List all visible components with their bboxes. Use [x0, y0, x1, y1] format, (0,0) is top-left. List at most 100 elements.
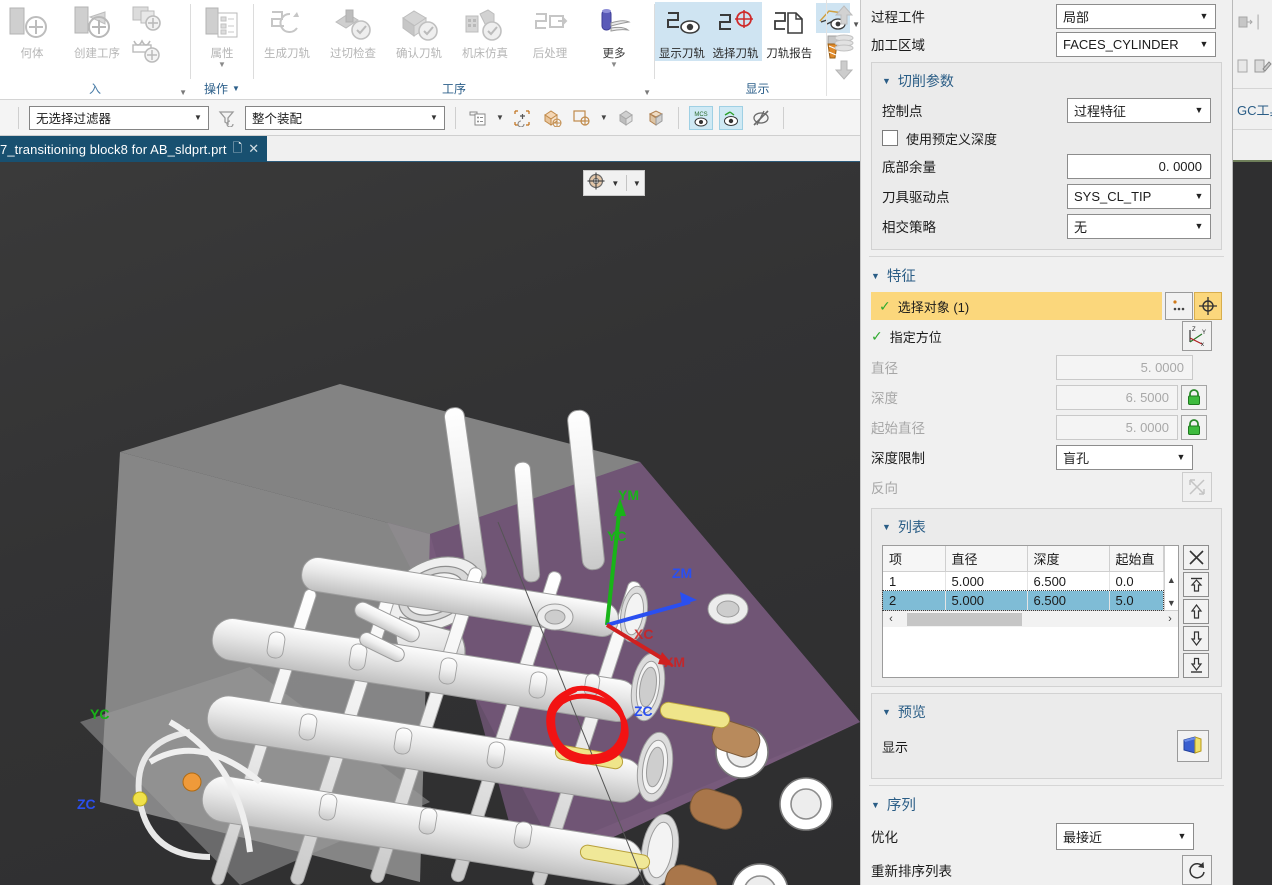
gouge-check-button[interactable]: 过切检查	[320, 2, 386, 61]
tool-drive-point-combo[interactable]: SYS_CL_TIP ▼	[1067, 183, 1211, 209]
col-item[interactable]: 项	[883, 546, 946, 572]
scroll-up-arrow-icon[interactable]: ▲	[1165, 572, 1178, 587]
selection-detail-icon[interactable]	[466, 106, 490, 130]
create-program-button[interactable]	[130, 4, 164, 34]
wcs-display-icon[interactable]	[718, 105, 743, 130]
reverse-direction-button[interactable]	[1182, 472, 1212, 502]
snap-point-icon[interactable]	[510, 106, 534, 130]
more-button[interactable]: 更多 ▼	[582, 2, 646, 69]
scroll-right-arrow-icon[interactable]: ›	[1162, 613, 1178, 625]
col-depth[interactable]: 深度	[1027, 546, 1110, 572]
preview-collapse-triangle-icon[interactable]: ▼	[882, 707, 891, 717]
point-select-caret-icon[interactable]: ▼	[600, 113, 608, 122]
col-start-diameter[interactable]: 起始直	[1109, 546, 1164, 572]
layers-icon[interactable]	[832, 34, 856, 57]
cutting-parameters-header[interactable]: ▼ 切削参数	[872, 67, 1221, 95]
toolpath-report-button[interactable]: 刀轨报告	[762, 2, 816, 61]
feature-collapse-triangle-icon[interactable]: ▼	[871, 271, 880, 281]
delete-icon[interactable]	[1183, 545, 1209, 570]
depth-value: 6. 5000	[1125, 389, 1169, 405]
machine-simulation-button[interactable]: 机床仿真	[452, 2, 518, 61]
generate-toolpath-button[interactable]: 生成刀轨	[254, 2, 320, 61]
start-diameter-lock-button[interactable]	[1181, 414, 1207, 440]
table-row[interactable]: 1 5.000 6.500 0.0	[883, 571, 1164, 591]
sliver-icon-row-1[interactable]: |	[1233, 0, 1272, 44]
machining-area-combo[interactable]: FACES_CYLINDER ▼	[1056, 31, 1216, 57]
hscroll-thumb[interactable]	[907, 612, 1022, 626]
depth-lock-button[interactable]	[1181, 384, 1207, 410]
view-orient-control[interactable]: ▼ ▼	[583, 170, 645, 196]
select-object-target-button[interactable]	[1194, 292, 1222, 320]
mcs-display-icon[interactable]: MCS	[688, 105, 713, 130]
graphics-viewport[interactable]: YM YC ZC ZM YC ZC XC XC XM	[0, 162, 860, 885]
hscroll-track[interactable]	[899, 612, 1162, 627]
depth-limit-combo[interactable]: 盲孔 ▼	[1056, 444, 1193, 470]
operation-group-expander[interactable]: ▼	[232, 79, 240, 99]
feature-section-header[interactable]: ▼ 特征	[861, 259, 1232, 290]
post-process-button[interactable]: 后处理	[518, 2, 582, 61]
scroll-down-icon[interactable]	[832, 59, 856, 86]
navcube-divider	[625, 175, 627, 191]
list-header[interactable]: ▼ 列表	[872, 513, 1221, 541]
selection-filter-combo[interactable]: 无选择过滤器 ▼	[29, 105, 209, 130]
control-point-combo[interactable]: 过程特征 ▼	[1067, 97, 1211, 123]
view-orient-icon[interactable]	[587, 172, 605, 195]
process-workpiece-combo[interactable]: 局部 ▼	[1056, 3, 1216, 29]
create-method-button[interactable]	[130, 36, 164, 66]
properties-caret-icon[interactable]: ▼	[218, 61, 226, 69]
hide-display-icon[interactable]	[749, 106, 773, 130]
show-toolpath-button[interactable]: 显示刀轨	[655, 2, 709, 61]
use-predefined-depth-checkbox[interactable]	[882, 130, 898, 146]
feature-list-table[interactable]: 项 直径 深度 起始直 1 5.000 6.500 0.0 2 5.000 6.…	[881, 546, 1165, 611]
view-orient-caret-icon[interactable]: ▼	[611, 179, 619, 188]
refresh-icon[interactable]	[1182, 855, 1212, 885]
wireframe-view-icon[interactable]	[644, 106, 668, 130]
sequence-section-header[interactable]: ▼ 序列	[861, 788, 1232, 819]
view-style-caret-icon[interactable]: ▼	[633, 179, 641, 188]
bottom-stock-input[interactable]: 0. 0000	[1067, 153, 1211, 179]
specify-orientation-csys-button[interactable]: Z Y x	[1182, 321, 1212, 351]
properties-button[interactable]: 属性 ▼	[191, 2, 253, 69]
more-caret-icon[interactable]: ▼	[610, 61, 618, 69]
select-object-options-button[interactable]	[1165, 292, 1193, 320]
create-geometry-button[interactable]: 何体	[0, 2, 64, 61]
selection-scope-combo[interactable]: 整个装配 ▼	[245, 105, 445, 130]
start-diameter-input: 5. 0000	[1056, 414, 1178, 440]
list-horizontal-scrollbar[interactable]: ‹ ›	[883, 610, 1178, 627]
list-collapse-triangle-icon[interactable]: ▼	[882, 522, 891, 532]
chevron-down-icon-opt: ▼	[1177, 831, 1187, 841]
scroll-up-icon[interactable]	[832, 4, 856, 31]
gc-toolbox-row[interactable]: GC工具箱	[1233, 89, 1272, 129]
preview-header[interactable]: ▼ 预览	[872, 698, 1221, 726]
preview-group: ▼ 预览 显示	[871, 693, 1222, 779]
sequence-collapse-triangle-icon[interactable]: ▼	[871, 800, 880, 810]
filter-funnel-icon[interactable]	[215, 106, 239, 130]
scroll-left-arrow-icon[interactable]: ‹	[883, 613, 899, 625]
move-down-icon[interactable]	[1183, 626, 1209, 651]
collapse-triangle-icon[interactable]: ▼	[882, 76, 891, 86]
scroll-down-arrow-icon[interactable]: ▼	[1165, 595, 1178, 610]
insert-group-expander[interactable]: ▼	[179, 88, 187, 97]
move-up-icon[interactable]	[1183, 599, 1209, 624]
cell-start-diameter: 5.0	[1109, 591, 1164, 610]
table-row[interactable]: 2 5.000 6.500 5.0	[881, 590, 1165, 611]
close-icon[interactable]: ✕	[248, 141, 259, 157]
select-toolpath-button[interactable]: 选择刀轨	[708, 2, 763, 61]
col-diameter[interactable]: 直径	[945, 546, 1028, 572]
point-select-icon[interactable]	[570, 106, 594, 130]
face-select-icon[interactable]	[540, 106, 564, 130]
create-operation-button[interactable]: 创建工序	[64, 2, 130, 61]
intersect-strategy-combo[interactable]: 无 ▼	[1067, 213, 1211, 239]
select-object-field[interactable]: ✓ 选择对象 (1)	[871, 292, 1162, 320]
toolpath-group-expander[interactable]: ▼	[643, 88, 651, 97]
optimize-combo[interactable]: 最接近 ▼	[1056, 822, 1194, 850]
move-bottom-icon[interactable]	[1183, 653, 1209, 678]
selection-detail-caret-icon[interactable]: ▼	[496, 113, 504, 122]
sliver-icon-row-2[interactable]	[1233, 44, 1272, 88]
document-tab[interactable]: 7_transitioning block8 for AB_sldprt.prt…	[0, 136, 268, 162]
shaded-view-icon[interactable]	[614, 106, 638, 130]
list-vertical-scrollbar[interactable]: ▲ ▼	[1163, 546, 1178, 610]
move-top-icon[interactable]	[1183, 572, 1209, 597]
verify-toolpath-button[interactable]: 确认刀轨	[386, 2, 452, 61]
flashlight-icon[interactable]	[1177, 730, 1209, 762]
